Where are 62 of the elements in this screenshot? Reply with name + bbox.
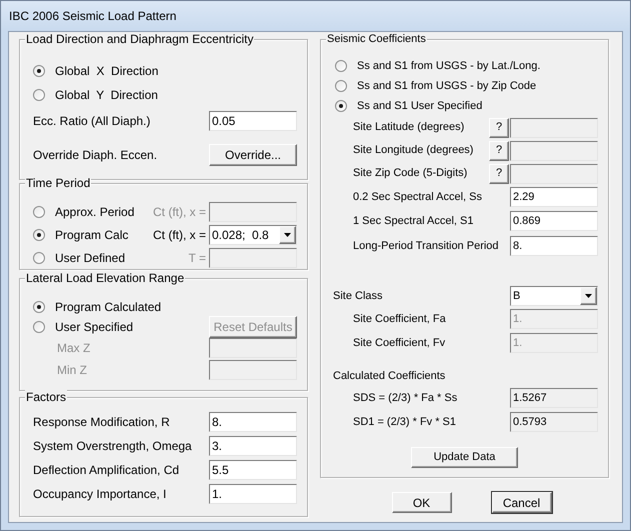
input-field[interactable]: 0.869 — [510, 211, 598, 231]
field-label: Site Latitude (degrees) — [353, 120, 466, 136]
input-field[interactable]: 3. — [209, 436, 297, 456]
field-label: Site Class — [333, 288, 383, 304]
radio-label[interactable]: Ss and S1 from USGS - by Lat./Long. — [357, 58, 540, 74]
group-title: Factors — [25, 390, 68, 404]
group-title: Time Period — [25, 176, 92, 190]
radio-button[interactable] — [33, 321, 45, 333]
field-label: Response Modification, R — [33, 414, 170, 431]
radio-label[interactable]: Program Calculated — [55, 298, 162, 316]
input-field[interactable]: 8. — [209, 412, 297, 432]
field-label: SDS = (2/3) * Fa * Ss — [353, 390, 458, 406]
input-field[interactable]: 2.29 — [510, 187, 598, 207]
radio-button[interactable] — [33, 89, 45, 101]
button[interactable]: Cancel — [492, 492, 552, 513]
input-field[interactable]: 1. — [209, 484, 297, 504]
radio-button[interactable] — [335, 100, 347, 112]
dropdown[interactable]: B — [510, 286, 598, 306]
caret-icon — [284, 232, 291, 236]
radio-label[interactable]: Ss and S1 from USGS - by Zip Code — [357, 78, 536, 94]
radio-label[interactable]: Program Calc — [55, 226, 128, 244]
button[interactable]: OK — [392, 492, 452, 513]
field-label: Max Z — [57, 340, 90, 357]
radio-label[interactable]: User Specified — [55, 318, 134, 336]
field-label: Site Coefficient, Fa — [353, 312, 446, 327]
radio-button[interactable] — [33, 65, 45, 77]
radio-button[interactable] — [33, 301, 45, 313]
caret-icon — [585, 294, 592, 298]
input-field[interactable]: 0.5793 — [510, 412, 598, 432]
radio-button[interactable] — [335, 80, 347, 92]
field-label: SD1 = (2/3) * Fv * S1 — [353, 414, 456, 430]
field-label: 1 Sec Spectral Accel, S1 — [353, 214, 474, 229]
radio-label[interactable]: Global X Direction — [55, 62, 158, 80]
dropdown[interactable]: 0.028; 0.8 — [209, 224, 297, 244]
field-label: Occupancy Importance, I — [33, 486, 166, 503]
field-label: Site Coefficient, Fv — [353, 336, 446, 351]
input-field[interactable]: 0.05 — [209, 111, 297, 131]
section-label: Calculated Coefficients — [333, 369, 446, 384]
button[interactable]: Override... — [209, 144, 297, 166]
field-label: Ct (ft), x = — [152, 226, 206, 244]
input-field[interactable]: 1.5267 — [510, 388, 598, 408]
field-label: Override Diaph. Eccen. — [33, 147, 158, 164]
field-label: Ecc. Ratio (All Diaph.) — [33, 113, 150, 130]
field-label: System Overstrength, Omega — [33, 438, 192, 455]
radio-button[interactable] — [33, 228, 45, 240]
button[interactable]: Update Data — [411, 447, 518, 468]
field-label: Deflection Amplification, Cd — [33, 462, 180, 479]
field-label: Site Longitude (degrees) — [353, 143, 474, 158]
field-label: T = — [188, 250, 206, 266]
field-label: 0.2 Sec Spectral Accel, Ss — [353, 190, 482, 205]
radio-label[interactable]: Global Y Direction — [55, 86, 158, 104]
field-label: Ct (ft), x = — [152, 204, 206, 220]
field-label: Long-Period Transition Period — [353, 238, 499, 254]
window-title: IBC 2006 Seismic Load Pattern — [9, 8, 176, 25]
radio-button[interactable] — [335, 60, 347, 72]
field-label: Min Z — [57, 362, 87, 379]
radio-label[interactable]: Ss and S1 User Specified — [357, 98, 482, 114]
group-title: Load Direction and Diaphragm Eccentricity — [25, 32, 254, 46]
input-field[interactable]: 8. — [510, 236, 598, 256]
input-field[interactable]: 5.5 — [209, 460, 297, 480]
field-label: Site Zip Code (5-Digits) — [353, 166, 468, 182]
group-title: Lateral Load Elevation Range — [25, 271, 186, 285]
